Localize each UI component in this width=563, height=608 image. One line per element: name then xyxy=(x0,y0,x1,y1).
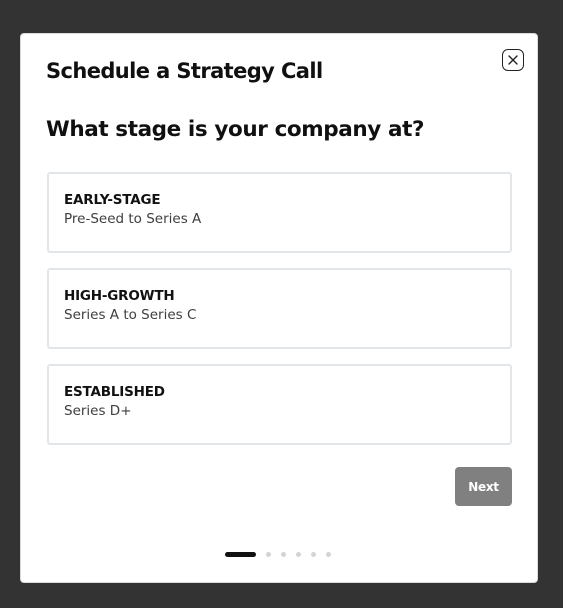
step-dot xyxy=(266,551,271,557)
schedule-call-modal: Schedule a Strategy Call What stage is y… xyxy=(20,33,538,583)
option-early-stage[interactable]: EARLY-STAGE Pre-Seed to Series A xyxy=(47,172,512,253)
modal-title: Schedule a Strategy Call xyxy=(46,59,323,83)
step-dot xyxy=(311,551,316,557)
option-title: ESTABLISHED xyxy=(64,384,165,400)
option-high-growth[interactable]: HIGH-GROWTH Series A to Series C xyxy=(47,268,512,349)
close-icon xyxy=(508,55,518,65)
step-dot xyxy=(296,551,301,557)
step-dot xyxy=(326,551,331,557)
close-button[interactable] xyxy=(502,49,524,71)
option-established[interactable]: ESTABLISHED Series D+ xyxy=(47,364,512,445)
option-subtitle: Series D+ xyxy=(64,403,132,419)
step-indicator xyxy=(225,550,331,558)
next-button[interactable]: Next xyxy=(455,467,512,506)
option-subtitle: Pre-Seed to Series A xyxy=(64,211,202,227)
option-subtitle: Series A to Series C xyxy=(64,307,197,323)
option-title: HIGH-GROWTH xyxy=(64,288,175,304)
option-title: EARLY-STAGE xyxy=(64,192,161,208)
question-heading: What stage is your company at? xyxy=(46,117,425,142)
step-dot-active xyxy=(225,551,256,557)
step-dot xyxy=(281,551,286,557)
